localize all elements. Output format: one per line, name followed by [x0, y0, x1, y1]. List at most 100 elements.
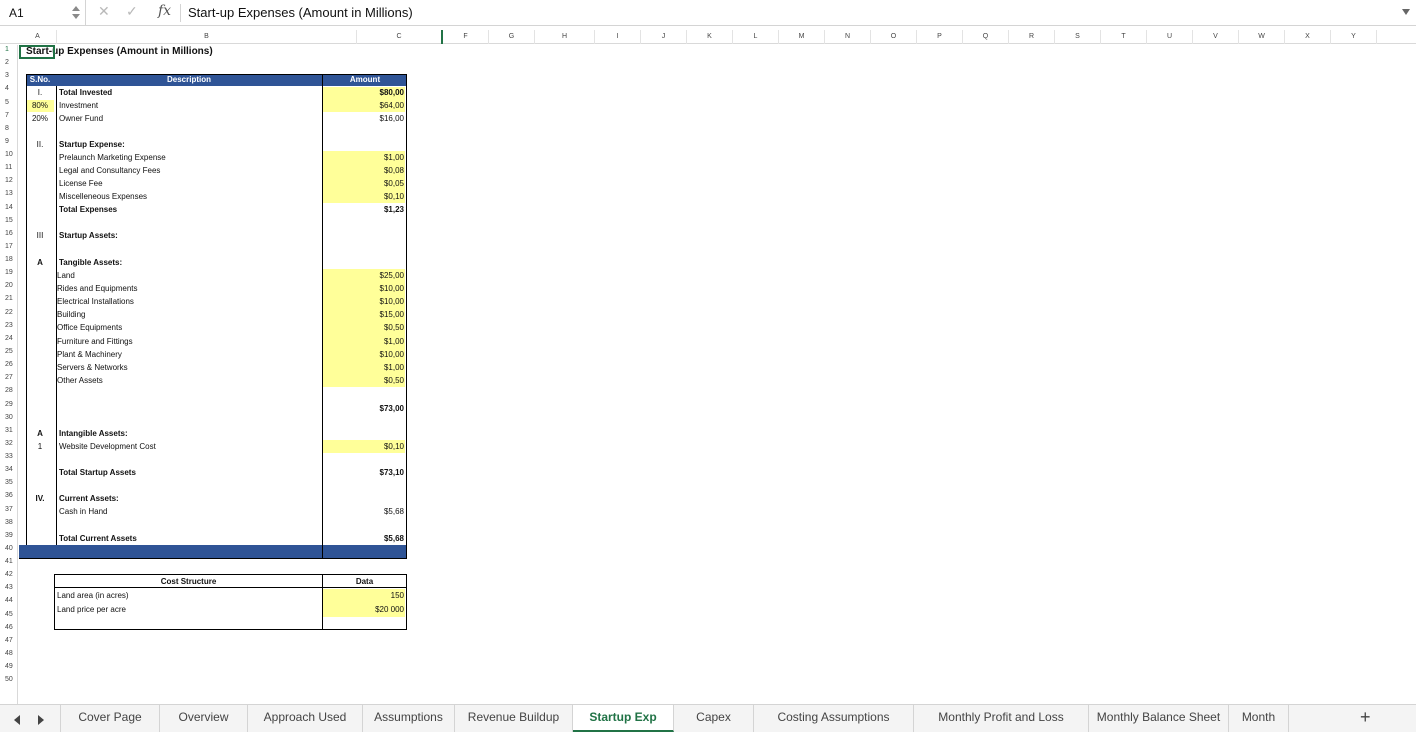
- row-header[interactable]: 29: [0, 401, 18, 408]
- name-box-stepper-icon[interactable]: [72, 6, 80, 20]
- row-header[interactable]: 44: [0, 597, 18, 604]
- row-header[interactable]: 30: [0, 414, 18, 421]
- worksheet-grid[interactable]: Start-up Expenses (Amount in Millions) S…: [19, 45, 1416, 705]
- row-header[interactable]: 22: [0, 309, 18, 316]
- column-header[interactable]: H: [535, 30, 595, 44]
- column-header[interactable]: G: [489, 30, 535, 44]
- column-header[interactable]: T: [1101, 30, 1147, 44]
- row-header[interactable]: 28: [0, 387, 18, 394]
- column-header[interactable]: Y: [1331, 30, 1377, 44]
- row-header[interactable]: 5: [0, 99, 18, 106]
- row-header[interactable]: 37: [0, 506, 18, 513]
- row-header[interactable]: 34: [0, 466, 18, 473]
- column-header[interactable]: B: [57, 30, 357, 44]
- column-header[interactable]: C: [357, 30, 443, 44]
- row-header[interactable]: 42: [0, 571, 18, 578]
- sheet-tab[interactable]: Monthly Profit and Loss: [914, 705, 1089, 732]
- row-header[interactable]: 9: [0, 138, 18, 145]
- insert-function-icon[interactable]: fx: [158, 3, 171, 19]
- column-header[interactable]: V: [1193, 30, 1239, 44]
- s2-item-label: Legal and Consultancy Fees: [59, 166, 161, 175]
- row-header[interactable]: 49: [0, 663, 18, 670]
- sheet-tab[interactable]: Revenue Buildup: [455, 705, 573, 732]
- header-amount: Amount: [349, 75, 381, 84]
- sheet-tab[interactable]: Month: [1229, 705, 1289, 732]
- row-header[interactable]: 8: [0, 125, 18, 132]
- column-header[interactable]: N: [825, 30, 871, 44]
- row-header[interactable]: 3: [0, 72, 18, 79]
- row-header[interactable]: 41: [0, 558, 18, 565]
- row-header[interactable]: 39: [0, 532, 18, 539]
- add-sheet-icon[interactable]: +: [1360, 707, 1371, 728]
- tangible-label: Tangible Assets:: [59, 258, 123, 267]
- row-header[interactable]: 23: [0, 322, 18, 329]
- s1-item-pct: 80%: [31, 101, 48, 110]
- column-header[interactable]: J: [641, 30, 687, 44]
- column-header[interactable]: O: [871, 30, 917, 44]
- row-header[interactable]: 15: [0, 217, 18, 224]
- scroll-tabs-left-icon[interactable]: [14, 715, 20, 725]
- confirm-icon[interactable]: ✓: [126, 3, 138, 20]
- sheet-tab[interactable]: Startup Exp: [573, 705, 674, 732]
- column-header[interactable]: M: [779, 30, 825, 44]
- row-header[interactable]: 13: [0, 190, 18, 197]
- row-header[interactable]: 50: [0, 676, 18, 683]
- column-header[interactable]: I: [595, 30, 641, 44]
- sheet-tab[interactable]: Cover Page: [60, 705, 160, 732]
- row-header[interactable]: 26: [0, 361, 18, 368]
- column-header[interactable]: P: [917, 30, 963, 44]
- row-header[interactable]: 2: [0, 59, 18, 66]
- row-header[interactable]: 19: [0, 269, 18, 276]
- column-header[interactable]: F: [443, 30, 489, 44]
- column-header[interactable]: S: [1055, 30, 1101, 44]
- row-header[interactable]: 38: [0, 519, 18, 526]
- column-header[interactable]: L: [733, 30, 779, 44]
- s2-item-value: $0,05: [383, 179, 404, 188]
- sheet-tab[interactable]: Overview: [160, 705, 248, 732]
- row-header[interactable]: 27: [0, 374, 18, 381]
- formula-input[interactable]: Start-up Expenses (Amount in Millions): [188, 0, 413, 26]
- row-header[interactable]: 46: [0, 624, 18, 631]
- row-header[interactable]: 48: [0, 650, 18, 657]
- row-header[interactable]: 14: [0, 204, 18, 211]
- sheet-tab[interactable]: Costing Assumptions: [754, 705, 914, 732]
- row-header[interactable]: 31: [0, 427, 18, 434]
- column-header[interactable]: W: [1239, 30, 1285, 44]
- row-header[interactable]: 11: [0, 164, 18, 171]
- row-header[interactable]: 45: [0, 611, 18, 618]
- row-header[interactable]: 17: [0, 243, 18, 250]
- selected-cell-a1[interactable]: [19, 45, 55, 59]
- row-header[interactable]: 32: [0, 440, 18, 447]
- row-header[interactable]: 47: [0, 637, 18, 644]
- row-header[interactable]: 43: [0, 584, 18, 591]
- column-header[interactable]: K: [687, 30, 733, 44]
- row-header[interactable]: 4: [0, 85, 18, 92]
- scroll-tabs-right-icon[interactable]: [38, 715, 44, 725]
- row-header[interactable]: 25: [0, 348, 18, 355]
- row-header[interactable]: 33: [0, 453, 18, 460]
- sheet-tab[interactable]: Monthly Balance Sheet: [1089, 705, 1229, 732]
- row-header[interactable]: 20: [0, 282, 18, 289]
- row-header[interactable]: 12: [0, 177, 18, 184]
- row-header[interactable]: 16: [0, 230, 18, 237]
- formula-bar: A1 ✕ ✓ fx Start-up Expenses (Amount in M…: [0, 0, 1416, 26]
- sheet-tab[interactable]: Capex: [674, 705, 754, 732]
- row-header[interactable]: 21: [0, 295, 18, 302]
- column-header[interactable]: Q: [963, 30, 1009, 44]
- sheet-tab[interactable]: Assumptions: [363, 705, 455, 732]
- cancel-icon[interactable]: ✕: [98, 3, 110, 20]
- row-header[interactable]: 7: [0, 112, 18, 119]
- row-header[interactable]: 10: [0, 151, 18, 158]
- row-header[interactable]: 35: [0, 479, 18, 486]
- row-header[interactable]: 24: [0, 335, 18, 342]
- row-header[interactable]: 40: [0, 545, 18, 552]
- row-header[interactable]: 18: [0, 256, 18, 263]
- column-header[interactable]: X: [1285, 30, 1331, 44]
- row-header[interactable]: 36: [0, 492, 18, 499]
- column-header[interactable]: R: [1009, 30, 1055, 44]
- column-header[interactable]: A: [19, 30, 57, 44]
- sheet-tab[interactable]: Approach Used: [248, 705, 363, 732]
- column-header[interactable]: U: [1147, 30, 1193, 44]
- row-header[interactable]: 1: [0, 46, 18, 53]
- expand-formula-icon[interactable]: [1402, 9, 1410, 15]
